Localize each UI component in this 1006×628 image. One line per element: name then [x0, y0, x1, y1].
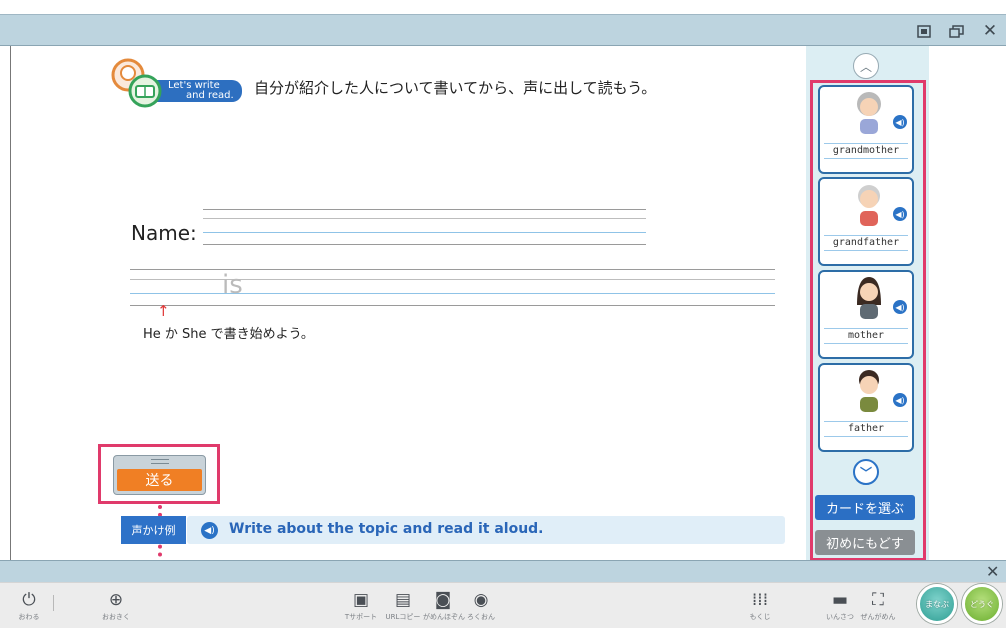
tools-button[interactable]: どうぐ [962, 584, 1002, 624]
speaker-icon[interactable]: ◀) [893, 207, 907, 221]
voice-example-text: Write about the topic and read it aloud. [229, 521, 544, 537]
speaker-icon[interactable]: ◀) [893, 393, 907, 407]
speaker-icon[interactable]: ◀) [893, 115, 907, 129]
send-button[interactable]: 送る [117, 469, 202, 491]
speaker-icon[interactable]: ◀) [201, 522, 218, 539]
card-label: mother [847, 330, 885, 341]
t-support-label: Tサポート [344, 613, 378, 621]
end-label: おわる [18, 613, 40, 621]
close-toolbar-icon[interactable]: ✕ [986, 562, 999, 581]
restore-icon[interactable] [914, 21, 934, 41]
card-father[interactable]: ◀) father [818, 363, 914, 452]
screenshot-label: がめんほぞん [423, 613, 465, 621]
bottom-strip: ✕ [0, 560, 1006, 582]
drag-handle-icon[interactable] [151, 459, 169, 464]
app-window: ✕ Let's write and read. 自分が紹介した人について書いてか… [0, 0, 1006, 628]
record-button[interactable]: ◉ ろくおん [461, 591, 501, 625]
full-screen-label: ぜんがめん [860, 613, 896, 621]
card-grandfather[interactable]: ◀) grandfather [818, 177, 914, 266]
scroll-down-button[interactable]: ﹀ [853, 459, 879, 485]
up-arrow-icon: ↑ [157, 302, 170, 320]
learn-label: まなぶ [925, 599, 949, 609]
tools-label: どうぐ [970, 599, 994, 609]
contents-button[interactable]: ⁞⁞⁞ もくじ [740, 591, 780, 625]
father-icon [859, 370, 879, 412]
send-button-frame: 送る [113, 455, 206, 495]
choose-card-button[interactable]: カードを選ぶ [815, 495, 915, 520]
end-button[interactable]: ⏻ おわる [9, 591, 49, 625]
clipboard-icon: ▤ [394, 590, 412, 610]
title-bar: ✕ [0, 14, 1006, 46]
card-label: father [847, 423, 885, 434]
sentence-guide-word: is [222, 270, 243, 300]
print-label: いんさつ [826, 613, 854, 621]
power-icon: ⏻ [22, 590, 36, 610]
camera-icon: ◙ [434, 590, 452, 610]
learn-button[interactable]: まなぶ [917, 584, 957, 624]
full-screen-button[interactable]: ⛶ ぜんがめん [858, 591, 898, 625]
hint-text: He か She で書き始めよう。 [143, 327, 314, 342]
screenshot-button[interactable]: ◙ がめんほぞん [423, 590, 465, 625]
zoom-in-icon: ⊕ [108, 590, 124, 610]
t-support-icon: ▣ [352, 590, 370, 610]
toolbar-divider [53, 595, 54, 611]
speaker-icon[interactable]: ◀) [893, 300, 907, 314]
zoom-label: おおきく [102, 613, 130, 621]
card-label: grandfather [832, 237, 900, 248]
close-icon[interactable]: ✕ [980, 21, 1000, 41]
name-label: Name: [131, 221, 197, 245]
grandmother-icon [857, 92, 881, 134]
reset-button[interactable]: 初めにもどす [815, 530, 915, 555]
badge-line-2: and read. [186, 90, 234, 101]
url-copy-button[interactable]: ▤ URLコピー [383, 591, 423, 625]
microphone-icon: ◉ [473, 590, 489, 610]
full-screen-icon: ⛶ [872, 590, 884, 610]
voice-example-badge: 声かけ例 [121, 516, 186, 544]
print-button[interactable]: ▬ いんさつ [820, 591, 860, 625]
record-label: ろくおん [467, 613, 495, 621]
grid-icon: ⁞⁞⁞ [751, 590, 769, 610]
frame-border [10, 46, 11, 560]
grandfather-icon [858, 185, 880, 226]
instruction-text: 自分が紹介した人について書いてから、声に出して読もう。 [254, 79, 657, 97]
voice-example-bar: ◀) Write about the topic and read it alo… [187, 516, 785, 544]
t-support-button[interactable]: ▣ Tサポート [341, 591, 381, 625]
scroll-up-button[interactable]: ︿ [853, 53, 879, 79]
card-mother[interactable]: ◀) mother [818, 270, 914, 359]
printer-icon: ▬ [831, 590, 849, 610]
maximize-icon[interactable] [946, 21, 966, 41]
bottom-toolbar: ⏻ おわる ⊕ おおきく ▣ Tサポート ▤ URLコピー ◙ がめんほぞん ◉… [0, 582, 1006, 628]
zoom-button[interactable]: ⊕ おおきく [96, 591, 136, 625]
url-copy-label: URLコピー [385, 613, 421, 621]
lesson-activity-icon [111, 58, 162, 108]
card-grandmother[interactable]: ◀) grandmother [818, 85, 914, 174]
contents-label: もくじ [749, 613, 771, 621]
card-label: grandmother [832, 145, 900, 156]
mother-icon [857, 277, 881, 319]
